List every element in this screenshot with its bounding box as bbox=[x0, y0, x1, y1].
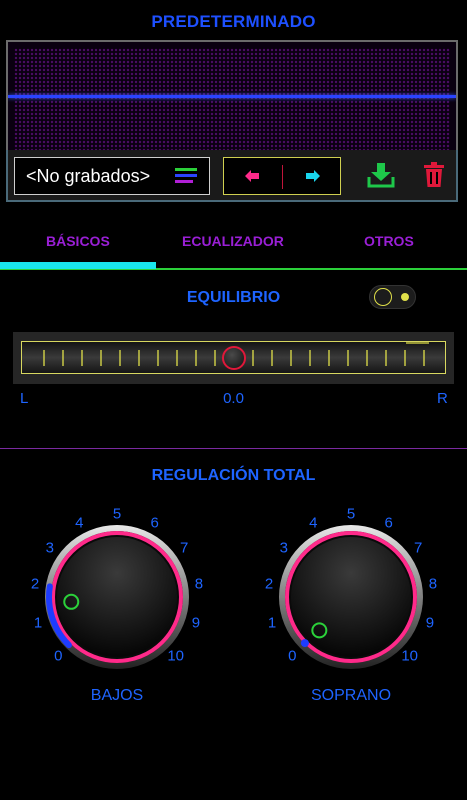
visualizer-grid bbox=[14, 48, 450, 150]
preset-label: <No grabados> bbox=[26, 165, 151, 186]
soprano-knob-label: SOPRANO bbox=[310, 687, 392, 704]
tab-active-indicator bbox=[0, 262, 156, 269]
balance-value: 0.0 bbox=[223, 390, 244, 407]
list-icon[interactable] bbox=[174, 167, 198, 185]
trash-icon[interactable] bbox=[423, 162, 445, 188]
tab-basicos[interactable]: BÁSICOS bbox=[46, 233, 110, 249]
balance-slider-thumb[interactable] bbox=[222, 346, 246, 370]
section-divider bbox=[0, 448, 467, 449]
arrow-left-icon[interactable] bbox=[245, 170, 259, 182]
visualizer-wave bbox=[8, 95, 456, 98]
arrow-right-icon[interactable] bbox=[306, 170, 320, 182]
balance-toggle[interactable] bbox=[369, 285, 416, 309]
soprano-knob[interactable] bbox=[271, 517, 431, 677]
download-icon[interactable] bbox=[367, 162, 395, 188]
knob-level-arc bbox=[300, 639, 309, 648]
tab-otros[interactable]: OTROS bbox=[364, 233, 414, 249]
tab-ecualizador[interactable]: ECUALIZADOR bbox=[182, 233, 284, 249]
page-title: PREDETERMINADO bbox=[151, 12, 316, 31]
bajos-knob-label: BAJOS bbox=[90, 687, 144, 704]
toggle-indicator bbox=[401, 293, 409, 301]
balance-right-label: R bbox=[437, 390, 448, 407]
toggle-thumb bbox=[374, 288, 392, 306]
regulation-title: REGULACIÓN TOTAL bbox=[151, 467, 316, 484]
spectrum-visualizer bbox=[6, 40, 458, 152]
navigation-divider bbox=[282, 165, 283, 189]
bajos-knob[interactable] bbox=[37, 517, 197, 677]
